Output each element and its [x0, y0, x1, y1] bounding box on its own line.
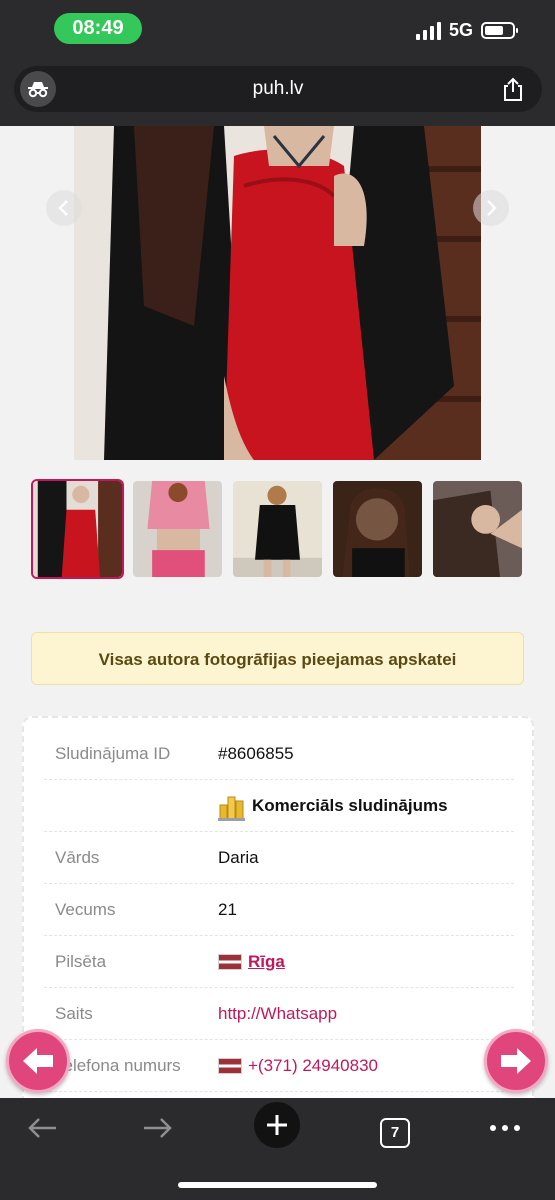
thumbnail-3[interactable] [231, 479, 324, 579]
battery-icon [481, 22, 518, 39]
next-listing-button[interactable] [484, 1029, 548, 1093]
share-icon[interactable] [500, 76, 526, 102]
arrow-right-icon [501, 1048, 531, 1074]
gallery-prev-button[interactable] [46, 190, 82, 226]
arrow-left-icon [23, 1048, 53, 1074]
name-value: Daria [218, 848, 259, 867]
row-key: Vecums [55, 900, 116, 919]
commercial-value: Komerciāls sludinājums [218, 780, 448, 832]
main-photo[interactable] [74, 126, 481, 460]
phone-number[interactable]: +(371) 24940830 [248, 1040, 378, 1092]
status-indicators: 5G [415, 20, 518, 41]
row-key: Sludinājuma ID [55, 744, 171, 763]
row-key: Saits [55, 1004, 93, 1023]
browser-top-chrome: 08:49 5G puh.lv [0, 0, 555, 126]
plus-icon [254, 1102, 300, 1148]
age-value: 21 [218, 900, 237, 919]
row-name: Vārds Daria [44, 832, 514, 884]
thumbnail-strip [31, 479, 524, 579]
row-key: Vārds [55, 848, 100, 867]
row-key: Pilsēta [55, 952, 107, 971]
coins-icon [218, 796, 245, 821]
prev-listing-button[interactable] [6, 1029, 70, 1093]
phone-link[interactable]: +(371) 24940830 [218, 1040, 378, 1092]
chevron-left-icon [58, 200, 68, 216]
city-label[interactable]: Rīga [248, 936, 285, 988]
more-menu-button[interactable] [488, 1108, 522, 1148]
row-phone: Telefona numurs +(371) 24940830 [44, 1040, 514, 1092]
flag-latvia-icon [218, 954, 242, 970]
incognito-icon[interactable] [20, 71, 56, 107]
commercial-label: Komerciāls sludinājums [252, 796, 448, 815]
thumbnail-5[interactable] [431, 479, 524, 579]
network-type: 5G [448, 20, 473, 40]
row-website: Saits http://Whatsapp [44, 988, 514, 1040]
row-key: Telefona numurs [55, 1056, 181, 1075]
chevron-right-icon [487, 200, 497, 216]
row-listing-id: Sludinājuma ID #8606855 [44, 728, 514, 780]
thumbnail-1[interactable] [31, 479, 124, 579]
url-text[interactable]: puh.lv [14, 66, 542, 112]
thumbnail-2[interactable] [131, 479, 224, 579]
address-bar[interactable]: puh.lv [14, 66, 542, 112]
gallery-next-button[interactable] [473, 190, 509, 226]
forward-icon [144, 1118, 172, 1138]
home-indicator [178, 1182, 377, 1188]
row-commercial: Komerciāls sludinājums [44, 780, 514, 832]
thumbnail-4[interactable] [331, 479, 424, 579]
city-link[interactable]: Rīga [218, 936, 285, 988]
listing-details-card: Sludinājuma ID #8606855 Komerciāls sludi… [22, 716, 534, 1136]
website-link[interactable]: http://Whatsapp [218, 988, 337, 1040]
new-tab-button[interactable] [254, 1102, 300, 1148]
row-city: Pilsēta Rīga [44, 936, 514, 988]
back-icon [28, 1118, 56, 1138]
tab-count: 7 [380, 1118, 410, 1148]
row-age: Vecums 21 [44, 884, 514, 936]
back-button[interactable] [22, 1108, 62, 1148]
more-icon [490, 1125, 520, 1131]
signal-icon [415, 21, 441, 40]
status-time: 08:49 [54, 13, 142, 44]
listing-id-value: #8606855 [218, 744, 294, 763]
flag-latvia-icon [218, 1058, 242, 1074]
forward-button[interactable] [138, 1108, 178, 1148]
tabs-button[interactable]: 7 [380, 1113, 410, 1153]
photos-available-notice: Visas autora fotogrāfijas pieejamas apsk… [31, 632, 524, 685]
